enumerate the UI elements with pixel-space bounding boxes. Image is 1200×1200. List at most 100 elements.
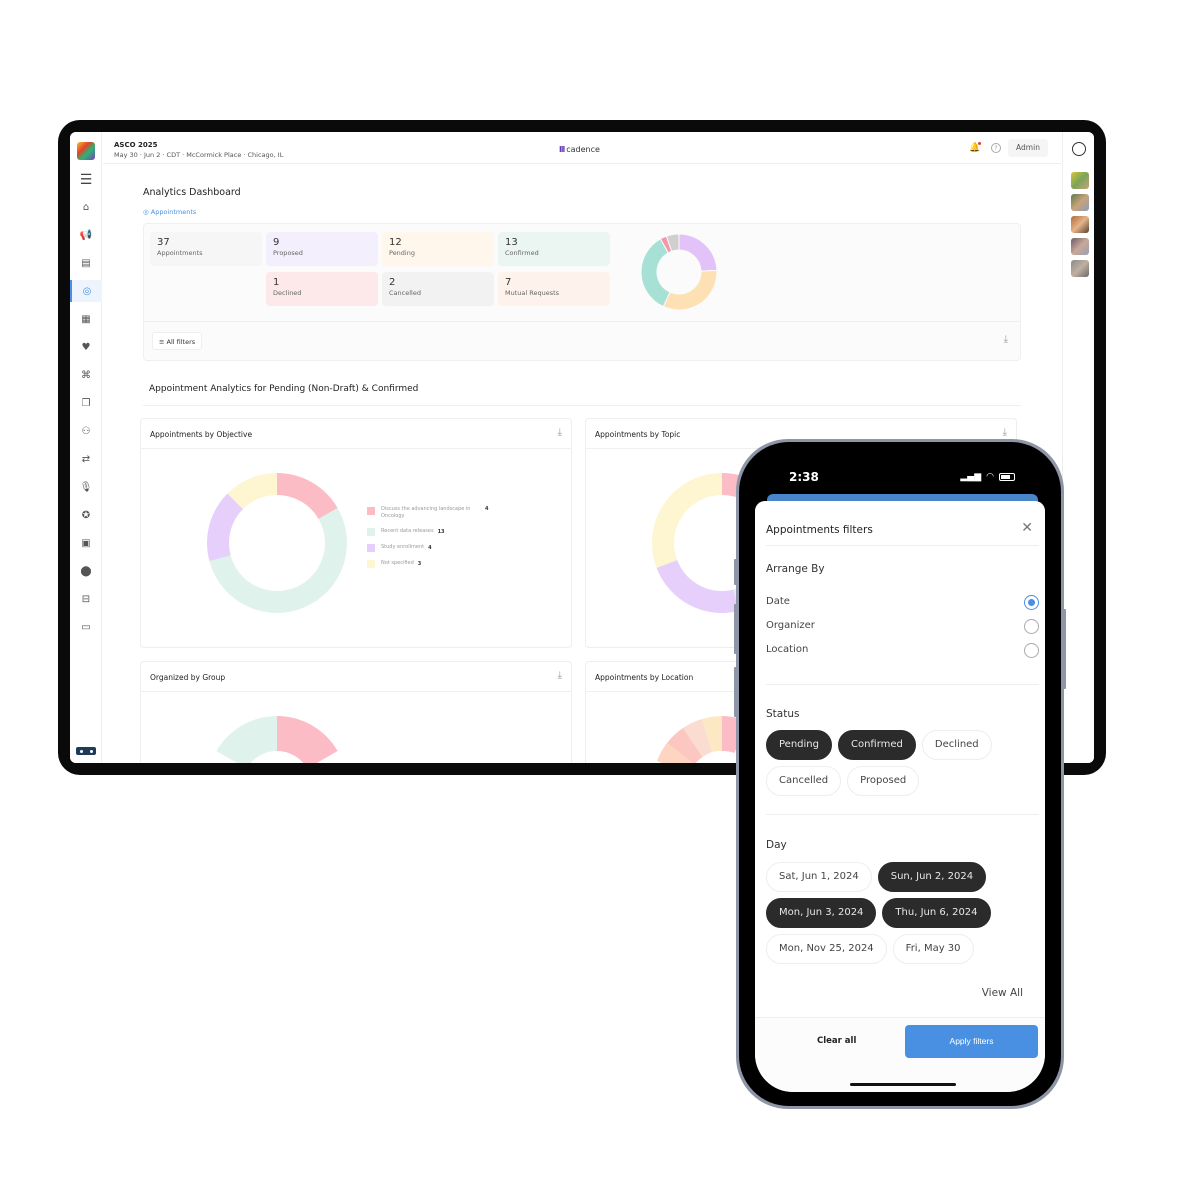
sidebar-toggle[interactable]: [76, 747, 96, 755]
legend-label: Discuss the advancing landscape in Oncol…: [381, 506, 471, 519]
stat-card-confirmed[interactable]: 13 Confirmed: [498, 232, 610, 266]
phone-side-button: [734, 604, 737, 654]
sheet-title: Appointments filters: [766, 524, 873, 536]
legend-item[interactable]: Not specified 3: [367, 559, 507, 568]
radio-button[interactable]: [1024, 595, 1039, 610]
user-menu-button[interactable]: Admin: [1008, 139, 1048, 157]
day-chip[interactable]: Thu, Jun 6, 2024: [882, 898, 991, 928]
download-icon[interactable]: ⤓: [1004, 334, 1008, 345]
status-chip[interactable]: Proposed: [847, 766, 920, 796]
stat-label: Confirmed: [505, 249, 539, 257]
filter-icon: ≡: [159, 338, 165, 346]
stat-card-declined[interactable]: 1 Declined: [266, 272, 378, 306]
avatar[interactable]: [1071, 172, 1089, 189]
stat-value: 13: [505, 237, 518, 248]
phone-side-button: [734, 667, 737, 717]
menu-icon[interactable]: ☰: [70, 170, 102, 190]
sidebar-item-microphone[interactable]: 🎙: [70, 476, 102, 498]
day-chip[interactable]: Mon, Jun 3, 2024: [766, 898, 877, 928]
arrange-by-option-date[interactable]: Date: [766, 594, 1039, 612]
apply-filters-button[interactable]: Apply filters: [905, 1025, 1038, 1058]
option-label: Organizer: [766, 620, 815, 631]
signal-icon: ▂▄▆: [960, 472, 982, 482]
appointments-icon: ◎: [82, 285, 92, 297]
sidebar-item-copy[interactable]: ❐: [70, 392, 102, 414]
day-chip[interactable]: Sun, Jun 2, 2024: [877, 862, 987, 892]
stat-card-appointments[interactable]: 37 Appointments: [150, 232, 262, 266]
sidebar-item-megaphone[interactable]: 📢: [70, 224, 102, 246]
option-label: Location: [766, 644, 809, 655]
legend-label: Recent data releases: [381, 528, 434, 534]
microphone-icon: 🎙: [79, 481, 93, 493]
status-chip[interactable]: Cancelled: [766, 766, 842, 796]
sidebar-item-award[interactable]: ✪: [70, 504, 102, 526]
objective-slice[interactable]: [277, 473, 338, 519]
stat-card-cancelled[interactable]: 2 Cancelled: [382, 272, 494, 306]
stat-card-pending[interactable]: 12 Pending: [382, 232, 494, 266]
radio-button[interactable]: [1024, 619, 1039, 634]
avatar[interactable]: [1071, 260, 1089, 277]
sidebar-item-briefcase[interactable]: ⊟: [70, 588, 102, 610]
help-icon[interactable]: ?: [991, 143, 1001, 153]
status-slice[interactable]: [678, 233, 718, 272]
status-icons: ▂▄▆ ◠: [960, 472, 1015, 482]
avatar[interactable]: [1071, 194, 1089, 211]
day-chip[interactable]: Fri, May 30: [892, 934, 974, 964]
clear-all-button[interactable]: Clear all: [817, 1036, 856, 1046]
briefcase-icon: ⊟: [81, 593, 91, 605]
legend-item[interactable]: Discuss the advancing landscape in Oncol…: [367, 506, 507, 520]
sidebar-item-route[interactable]: ⇄: [70, 448, 102, 470]
chat-icon[interactable]: [1072, 142, 1086, 156]
sidebar-item-home[interactable]: ⌂: [70, 196, 102, 218]
phone-side-button: [734, 559, 737, 585]
status-chips: Pending Confirmed Declined Cancelled Propose…: [766, 730, 1041, 796]
close-icon[interactable]: ✕: [1021, 520, 1033, 536]
sidebar-item-archive[interactable]: ▣: [70, 532, 102, 554]
status-chip[interactable]: Pending: [766, 730, 832, 760]
avatar[interactable]: [1071, 216, 1089, 233]
legend-item[interactable]: Study enrollment 4: [367, 543, 507, 552]
group-donut-chart: [216, 716, 338, 763]
divider: [766, 545, 1039, 546]
all-filters-button[interactable]: ≡ All filters: [152, 332, 203, 350]
sidebar-item-book[interactable]: ▤: [70, 252, 102, 274]
download-icon[interactable]: ⤓: [1003, 427, 1007, 438]
award-icon: ✪: [81, 509, 91, 521]
day-chip[interactable]: Sat, Jun 1, 2024: [766, 862, 872, 892]
topic-slice[interactable]: [656, 560, 739, 613]
event-logo[interactable]: [77, 142, 95, 160]
breadcrumb-appointments[interactable]: ◎ Appointments: [143, 208, 196, 216]
sidebar-item-handshake[interactable]: ♥: [70, 336, 102, 358]
book-icon: ▤: [81, 257, 91, 269]
notification-bell-icon[interactable]: 🔔: [969, 142, 982, 153]
status-chip[interactable]: Declined: [921, 730, 992, 760]
arrange-by-option-organizer[interactable]: Organizer: [766, 618, 1039, 636]
view-all-link[interactable]: View All: [982, 987, 1023, 999]
battery-icon: [999, 473, 1015, 481]
legend-swatch: [367, 528, 375, 536]
radio-button[interactable]: [1024, 643, 1039, 658]
sidebar-item-face-scan[interactable]: ⌘: [70, 364, 102, 386]
avatar[interactable]: [1071, 238, 1089, 255]
stat-card-proposed[interactable]: 9 Proposed: [266, 232, 378, 266]
sidebar-item-people[interactable]: ⚇: [70, 420, 102, 442]
day-chip[interactable]: Mon, Nov 25, 2024: [766, 934, 887, 964]
status-chip[interactable]: Confirmed: [837, 730, 916, 760]
sidebar-item-ticket[interactable]: ▭: [70, 616, 102, 638]
topic-slice[interactable]: [652, 473, 722, 568]
download-icon[interactable]: ⤓: [558, 427, 562, 438]
stat-card-mutual-requests[interactable]: 7 Mutual Requests: [498, 272, 610, 306]
legend-item[interactable]: Recent data releases 13: [367, 527, 507, 536]
divider: [766, 684, 1039, 685]
divider: [143, 405, 1021, 406]
legend-swatch: [367, 507, 375, 515]
panel-title: Appointments by Location: [595, 673, 694, 682]
sidebar-item-appointments[interactable]: ◎: [70, 280, 102, 302]
stat-value: 1: [273, 277, 280, 288]
sidebar-item-location-pin[interactable]: ⬤: [70, 560, 102, 582]
download-icon[interactable]: ⤓: [558, 670, 562, 681]
status-slice[interactable]: [662, 269, 718, 311]
stat-value: 7: [505, 277, 512, 288]
arrange-by-option-location[interactable]: Location: [766, 642, 1039, 660]
sidebar-item-calendar[interactable]: ▦: [70, 308, 102, 330]
